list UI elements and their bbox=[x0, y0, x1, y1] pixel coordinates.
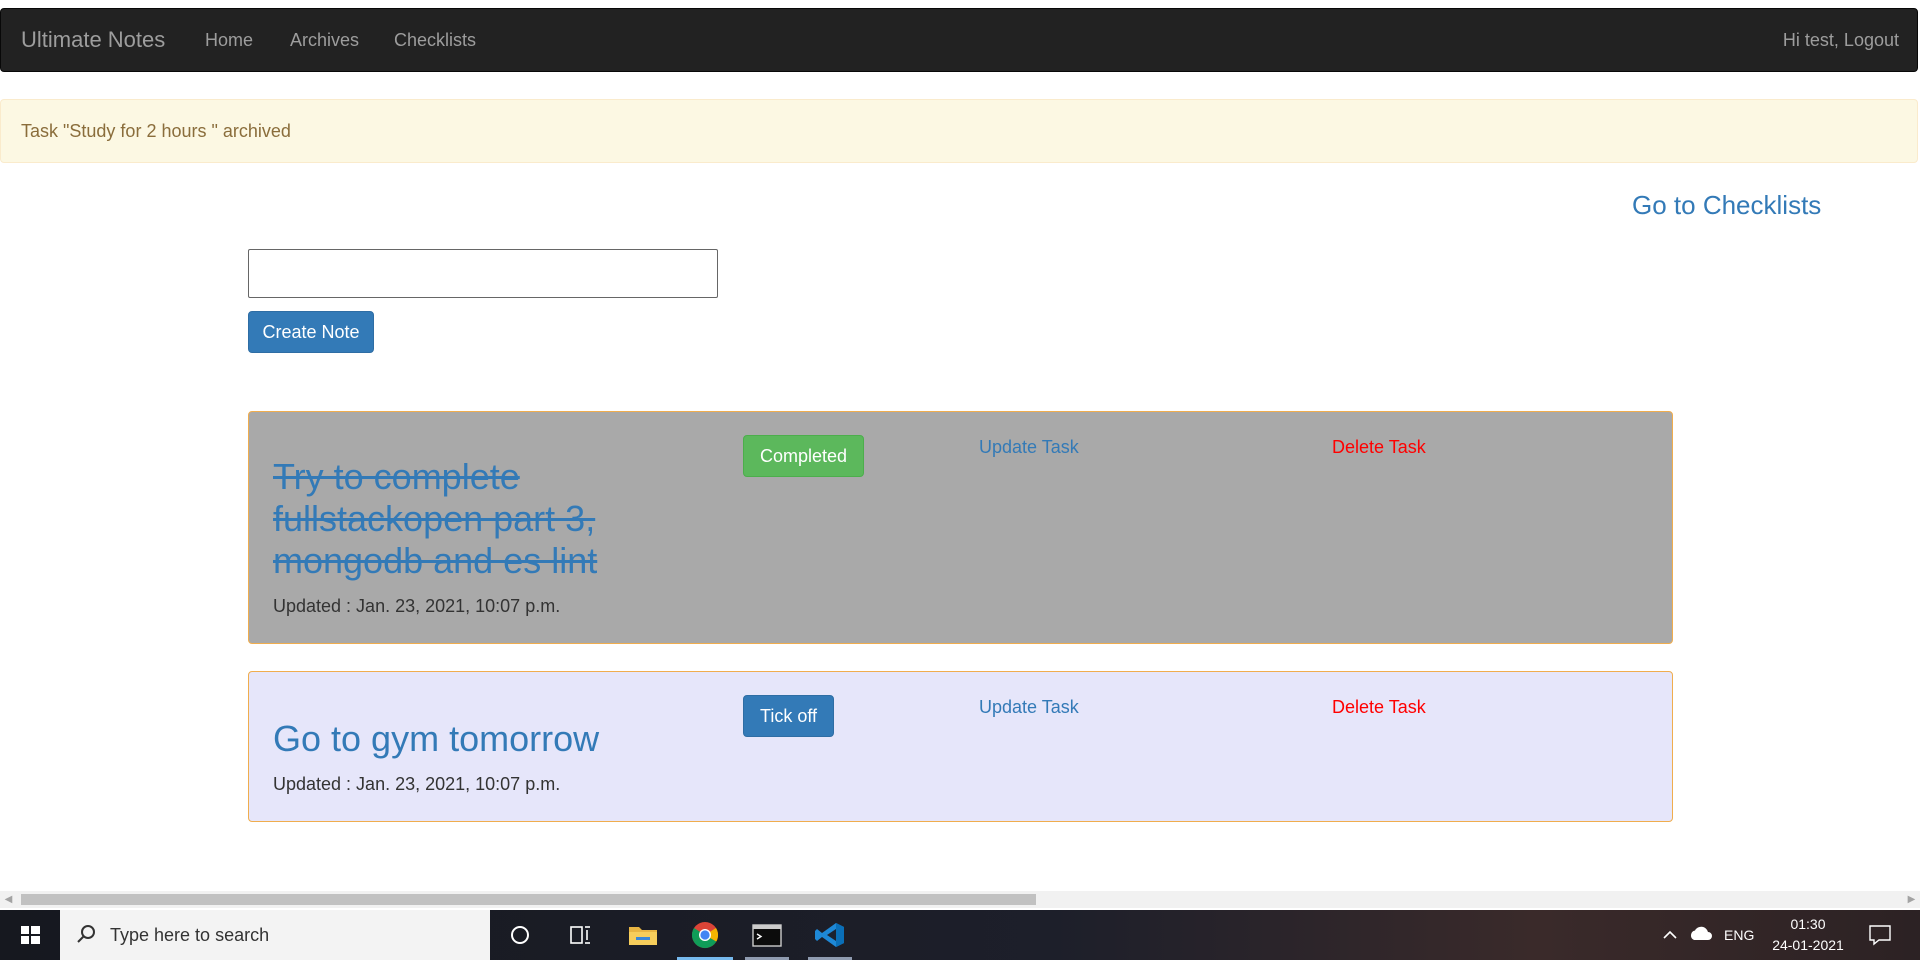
chevron-up-icon[interactable] bbox=[1660, 910, 1680, 960]
file-explorer-icon[interactable] bbox=[613, 910, 673, 960]
task-card-pending: Go to gym tomorrow Updated : Jan. 23, 20… bbox=[248, 671, 1673, 822]
note-input[interactable] bbox=[248, 249, 718, 298]
clock-date: 24-01-2021 bbox=[1772, 937, 1844, 953]
completed-button[interactable]: Completed bbox=[743, 435, 865, 477]
clock-time: 01:30 bbox=[1790, 916, 1826, 932]
notifications-icon[interactable] bbox=[1864, 910, 1896, 960]
archive-alert: Task "Study for 2 hours " archived bbox=[0, 99, 1918, 163]
horizontal-scrollbar[interactable]: ◀ ▶ bbox=[0, 891, 1920, 908]
update-task-link[interactable]: Update Task bbox=[979, 437, 1079, 458]
task-title: Try to complete fullstackopen part 3, mo… bbox=[273, 456, 598, 581]
chrome-icon[interactable] bbox=[675, 910, 735, 960]
brand-link[interactable]: Ultimate Notes bbox=[21, 9, 165, 71]
search-icon bbox=[74, 910, 98, 960]
nav-home[interactable]: Home bbox=[205, 9, 253, 71]
task-view-icon[interactable] bbox=[550, 910, 610, 960]
terminal-icon[interactable] bbox=[737, 910, 797, 960]
update-task-link[interactable]: Update Task bbox=[979, 697, 1079, 718]
cloud-icon[interactable] bbox=[1688, 910, 1714, 960]
cortana-icon[interactable] bbox=[490, 910, 550, 960]
delete-task-link[interactable]: Delete Task bbox=[1332, 437, 1426, 458]
task-card-completed: Try to complete fullstackopen part 3, mo… bbox=[248, 411, 1673, 644]
windows-start-icon[interactable] bbox=[0, 910, 60, 960]
windows-taskbar: Type here to search ENG 01:30 24-01-2021 bbox=[0, 910, 1920, 960]
scroll-left-icon[interactable]: ◀ bbox=[0, 891, 17, 908]
nav-checklists[interactable]: Checklists bbox=[394, 9, 476, 71]
go-to-checklists-link[interactable]: Go to Checklists bbox=[1632, 190, 1821, 221]
nav-archives[interactable]: Archives bbox=[290, 9, 359, 71]
delete-task-link[interactable]: Delete Task bbox=[1332, 697, 1426, 718]
create-note-button[interactable]: Create Note bbox=[248, 311, 374, 353]
vscode-icon[interactable] bbox=[800, 910, 860, 960]
task-updated-timestamp: Updated : Jan. 23, 2021, 10:07 p.m. bbox=[273, 596, 561, 616]
task-updated-timestamp: Updated : Jan. 23, 2021, 10:07 p.m. bbox=[273, 774, 561, 794]
user-logout-link[interactable]: Hi test, Logout bbox=[1783, 9, 1899, 71]
taskbar-clock[interactable]: 01:30 24-01-2021 bbox=[1768, 914, 1848, 956]
task-title: Go to gym tomorrow bbox=[273, 718, 600, 759]
scroll-right-icon[interactable]: ▶ bbox=[1903, 891, 1920, 908]
taskbar-search-box[interactable]: Type here to search bbox=[60, 910, 490, 960]
search-placeholder: Type here to search bbox=[110, 925, 270, 945]
scrollbar-thumb[interactable] bbox=[21, 894, 1036, 905]
top-navbar: Ultimate Notes Home Archives Checklists … bbox=[0, 8, 1918, 72]
tick-off-button[interactable]: Tick off bbox=[743, 695, 835, 737]
language-indicator[interactable]: ENG bbox=[1724, 910, 1754, 960]
